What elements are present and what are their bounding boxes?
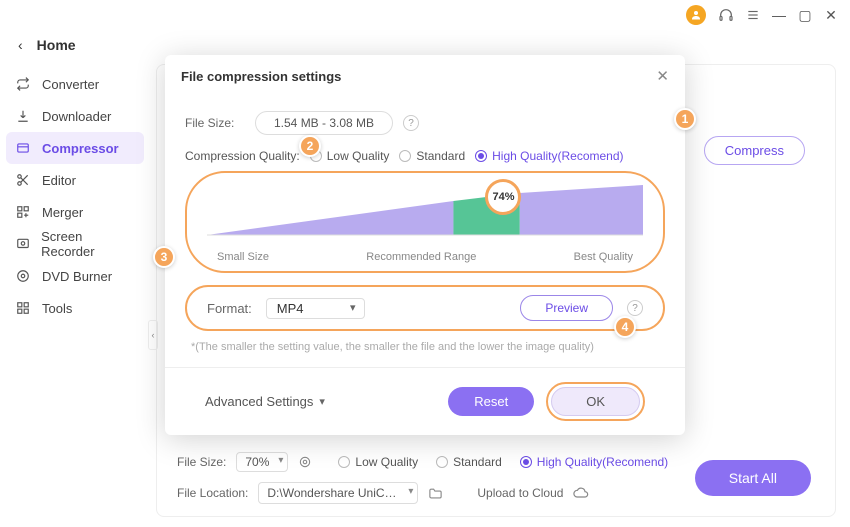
reset-button[interactable]: Reset xyxy=(448,387,534,416)
back-button[interactable]: ‹ xyxy=(18,37,23,53)
format-select[interactable]: MP4 xyxy=(266,298,365,319)
sidebar-item-converter[interactable]: Converter xyxy=(6,68,144,100)
dialog-title: File compression settings xyxy=(181,69,341,84)
user-avatar[interactable] xyxy=(686,5,706,25)
sidebar-item-label: Editor xyxy=(42,173,76,188)
sidebar-item-merger[interactable]: Merger xyxy=(6,196,144,228)
slider-thumb[interactable]: 74% xyxy=(485,179,521,215)
maximize-button[interactable]: ▢ xyxy=(798,7,812,24)
sidebar-item-tools[interactable]: Tools xyxy=(6,292,144,324)
quality-slider[interactable]: 74% Small Size Recommended Range Best Qu… xyxy=(185,171,665,273)
sidebar-item-dvd-burner[interactable]: DVD Burner xyxy=(6,260,144,292)
sidebar-item-editor[interactable]: Editor xyxy=(6,164,144,196)
step-badge-2: 2 xyxy=(299,135,321,157)
preview-button[interactable]: Preview xyxy=(520,295,613,321)
converter-icon xyxy=(16,77,32,91)
minimize-button[interactable]: — xyxy=(772,7,786,23)
slider-label-best: Best Quality xyxy=(574,251,633,263)
menu-icon[interactable] xyxy=(746,8,760,22)
slider-label-small: Small Size xyxy=(217,251,269,263)
quality-label: Compression Quality: xyxy=(185,149,300,163)
radio-low-quality[interactable]: Low Quality xyxy=(310,149,390,163)
format-label: Format: xyxy=(207,301,252,316)
titlebar: — ▢ ✕ xyxy=(0,0,850,30)
target-icon[interactable] xyxy=(298,455,312,469)
sidebar-item-label: Converter xyxy=(42,77,99,92)
compressor-icon xyxy=(16,141,32,155)
bottom-standard[interactable]: Standard xyxy=(436,455,502,469)
sidebar-item-label: Compressor xyxy=(42,141,119,156)
folder-icon[interactable] xyxy=(428,486,443,501)
close-icon[interactable]: ✕ xyxy=(656,67,669,85)
compress-button[interactable]: Compress xyxy=(704,136,805,165)
format-row: Format: MP4 Preview ? xyxy=(185,285,665,331)
upload-label: Upload to Cloud xyxy=(477,486,563,500)
cloud-icon[interactable] xyxy=(573,485,589,501)
recorder-icon xyxy=(16,237,31,251)
bottom-filesize-label: File Size: xyxy=(177,455,226,469)
location-input[interactable]: D:\Wondershare UniConverter 1 xyxy=(258,482,418,504)
sidebar-item-downloader[interactable]: Downloader xyxy=(6,100,144,132)
filesize-label: File Size: xyxy=(185,116,245,130)
sidebar-item-screen-recorder[interactable]: Screen Recorder xyxy=(6,228,144,260)
note-text: *(The smaller the setting value, the sma… xyxy=(191,341,665,353)
disc-icon xyxy=(16,269,32,283)
bottom-bar: File Size: 70% Low Quality Standard High… xyxy=(157,444,835,516)
compression-settings-dialog: File compression settings ✕ File Size: 1… xyxy=(165,55,685,435)
step-badge-4: 4 xyxy=(614,316,636,338)
ok-button[interactable]: OK xyxy=(551,387,640,416)
sidebar-item-label: Downloader xyxy=(42,109,111,124)
sidebar-item-label: Merger xyxy=(42,205,83,220)
sidebar-item-label: Tools xyxy=(42,301,72,316)
step-badge-3: 3 xyxy=(153,246,175,268)
advanced-settings-toggle[interactable]: Advanced Settings xyxy=(205,394,325,409)
slider-label-recommended: Recommended Range xyxy=(366,251,476,263)
sidebar-item-label: Screen Recorder xyxy=(41,229,134,259)
sidebar-item-compressor[interactable]: Compressor xyxy=(6,132,144,164)
help-icon[interactable]: ? xyxy=(627,300,643,316)
location-label: File Location: xyxy=(177,486,248,500)
radio-high-quality[interactable]: High Quality(Recomend) xyxy=(475,149,623,163)
start-all-button[interactable]: Start All xyxy=(695,460,811,496)
download-icon xyxy=(16,109,32,123)
help-icon[interactable]: ? xyxy=(403,115,419,131)
headset-icon[interactable] xyxy=(718,7,734,23)
sidebar: Converter Downloader Compressor Editor M… xyxy=(0,60,150,527)
radio-standard[interactable]: Standard xyxy=(399,149,465,163)
scissors-icon xyxy=(16,173,32,187)
step-badge-1: 1 xyxy=(674,108,696,130)
merger-icon xyxy=(16,205,32,219)
sidebar-item-label: DVD Burner xyxy=(42,269,112,284)
bottom-high-quality[interactable]: High Quality(Recomend) xyxy=(520,455,668,469)
compress-panel: Compress xyxy=(672,135,805,165)
tools-icon xyxy=(16,301,32,315)
filesize-value: 1.54 MB - 3.08 MB xyxy=(255,111,393,135)
close-window-button[interactable]: ✕ xyxy=(824,7,838,24)
bottom-low-quality[interactable]: Low Quality xyxy=(338,455,418,469)
bottom-filesize-select[interactable]: 70% xyxy=(236,452,288,472)
page-title: Home xyxy=(37,37,76,53)
